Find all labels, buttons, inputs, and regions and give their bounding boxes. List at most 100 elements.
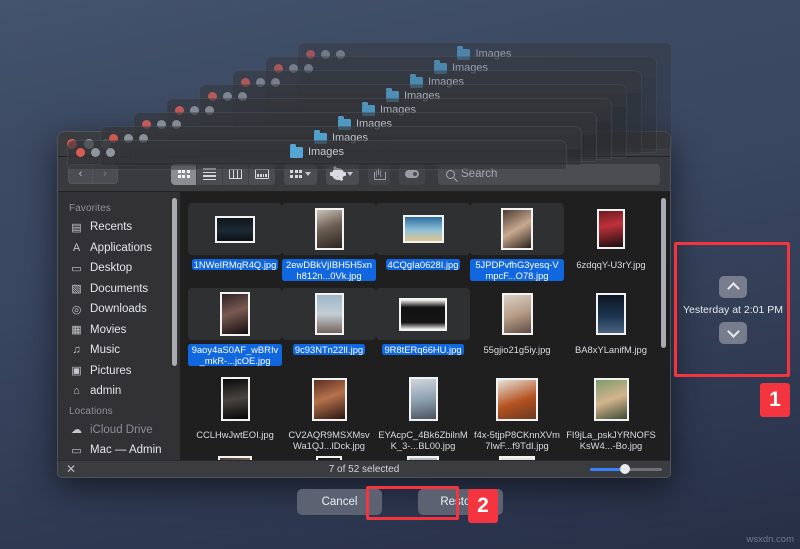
time-machine-date-label: Yesterday at 2:01 PM (683, 304, 783, 316)
annotation-badge-1: 1 (760, 383, 790, 417)
file-item[interactable]: 5JPDPvfhG3yesq-VmpcF...O78.jpg (470, 198, 564, 281)
stacked-window-title: Images (308, 146, 344, 158)
file-grid-scrollbar[interactable] (661, 198, 667, 348)
file-thumbnail-container[interactable] (282, 288, 376, 340)
time-machine-back-button[interactable] (719, 276, 747, 298)
file-thumbnail-fashion-woman (409, 377, 438, 421)
file-thumbnail-woman-window (315, 208, 344, 250)
file-name: BA8xYLanifM.jpg (573, 344, 649, 355)
file-name: CV2AQR9MSXMsvWa1QJ...lDck.jpg (282, 429, 376, 451)
time-machine-forward-button[interactable] (719, 322, 747, 344)
folder-icon (290, 147, 303, 158)
file-thumbnail-beach-sunset (403, 215, 444, 243)
minimize-window-button[interactable] (91, 148, 100, 157)
zoom-window-button[interactable] (106, 148, 115, 157)
file-thumbnail-container[interactable] (376, 203, 470, 255)
slider-fill (590, 468, 624, 471)
file-thumbnail-container[interactable] (188, 288, 282, 340)
watermark: wsxdn.com (746, 534, 794, 545)
file-name: 55gjio21g5iy.jpg (481, 344, 552, 355)
annotation-badge-2: 2 (468, 489, 498, 523)
file-item[interactable]: 55gjio21g5iy.jpg (470, 283, 564, 366)
file-name: 6zdqqY-U3rY.jpg (574, 259, 647, 270)
file-name: 9R8tERq66HU.jpg (382, 344, 463, 355)
file-thumbnail-blonde-woman (502, 293, 533, 335)
sidebar-scrollbar[interactable] (172, 198, 177, 366)
file-name: FI9jLa_pskJYRNOFSKsW4...-Bo.jpg (564, 429, 658, 451)
file-grid-partial-row (180, 451, 670, 460)
cancel-button[interactable]: Cancel (297, 489, 382, 515)
stacked-window-body (68, 163, 566, 169)
movies-icon: ▦ (70, 323, 83, 336)
file-name: 4CQgIa0628I.jpg (386, 259, 461, 270)
file-thumbnail-container[interactable] (564, 203, 658, 255)
time-machine-navigation-panel: Yesterday at 2:01 PM (678, 246, 788, 373)
file-item[interactable]: 9aoy4aS0AF_wBRIv_mkR-...jcOE.jpg (188, 283, 282, 366)
file-thumbnail-container[interactable] (470, 373, 564, 425)
sidebar-item-applications[interactable]: AApplications (58, 238, 180, 259)
sidebar-item-mac-admin[interactable]: ▭Mac — Admin (58, 440, 180, 460)
file-item[interactable] (282, 451, 376, 460)
sidebar-item-label: iCloud Drive (90, 424, 153, 436)
sidebar-item-icloud-drive[interactable]: ☁ iCloud Drive (58, 420, 180, 441)
file-item[interactable]: 9c93NTn22lI.jpg (282, 283, 376, 366)
thumbnail-size-slider[interactable] (590, 468, 662, 471)
file-grid: 1NWeIRMqR4Q.jpg2ewDBkVjIBH5H5xnh812n...0… (180, 192, 670, 451)
home-icon: ⌂ (70, 385, 83, 398)
file-thumbnail-container[interactable] (188, 373, 282, 425)
file-thumbnail-container[interactable] (470, 288, 564, 340)
file-thumbnail-container[interactable] (564, 373, 658, 425)
file-thumbnail-container[interactable] (376, 288, 470, 340)
file-item[interactable]: 9R8tERq66HU.jpg (376, 283, 470, 366)
file-item[interactable]: 6zdqqY-U3rY.jpg (564, 198, 658, 281)
file-thumbnail-container[interactable] (470, 203, 564, 255)
file-item[interactable]: f4x-5tjpP8CKnnXVm7IwF...f9TdI.jpg (470, 368, 564, 451)
sidebar-section-header: Favorites (58, 199, 180, 217)
file-item[interactable]: CV2AQR9MSXMsvWa1QJ...lDck.jpg (282, 368, 376, 451)
file-item[interactable] (470, 451, 564, 460)
file-thumbnail-city-street (315, 293, 344, 335)
finder-window: Images ‹ › (57, 131, 671, 478)
sidebar-item-music[interactable]: ♫Music (58, 340, 180, 361)
sidebar-item-admin[interactable]: ⌂admin (58, 381, 180, 402)
close-icon[interactable]: ✕ (66, 463, 76, 475)
sidebar-item-downloads[interactable]: ◎Downloads (58, 299, 180, 320)
file-thumbnail-container[interactable] (282, 373, 376, 425)
file-item[interactable]: 1NWeIRMqR4Q.jpg (188, 198, 282, 281)
recents-icon: ▤ (70, 221, 83, 234)
file-item[interactable] (188, 451, 282, 460)
sidebar-item-label: Music (90, 344, 120, 356)
sidebar-item-documents[interactable]: ▧Documents (58, 279, 180, 300)
file-name: 9aoy4aS0AF_wBRIv_mkR-...jcOE.jpg (188, 344, 282, 366)
file-thumbnail-container[interactable] (564, 288, 658, 340)
close-window-button[interactable] (76, 148, 85, 157)
file-item[interactable]: FI9jLa_pskJYRNOFSKsW4...-Bo.jpg (564, 368, 658, 451)
sidebar-item-pictures[interactable]: ▣Pictures (58, 361, 180, 382)
statusbar: ✕ 7 of 52 selected (58, 460, 670, 477)
sidebar-item-desktop[interactable]: ▭Desktop (58, 258, 180, 279)
file-thumbnail-container[interactable] (188, 203, 282, 255)
file-thumbnail-container[interactable] (376, 373, 470, 425)
sidebar-item-label: Movies (90, 324, 126, 336)
file-item[interactable]: EYAcpC_4Bk6ZbilnMK_3-...BL00.jpg (376, 368, 470, 451)
sidebar-item-label: Documents (90, 283, 148, 295)
cloud-icon: ☁ (70, 423, 83, 436)
columns-icon (229, 169, 242, 179)
traffic-lights[interactable] (76, 148, 115, 157)
file-name: 1NWeIRMqR4Q.jpg (192, 259, 279, 270)
sidebar-item-recents[interactable]: ▤Recents (58, 217, 180, 238)
chevron-down-icon (727, 325, 740, 338)
file-item[interactable] (376, 451, 470, 460)
sidebar-item-movies[interactable]: ▦ Movies (58, 320, 180, 341)
chevron-down-icon (347, 172, 353, 176)
stacked-window[interactable]: Images (67, 140, 567, 170)
file-item[interactable]: BA8xYLanifM.jpg (564, 283, 658, 366)
file-thumbnail-container[interactable] (282, 203, 376, 255)
file-item[interactable]: 2ewDBkVjIBH5H5xnh812n...0Vk.jpg (282, 198, 376, 281)
file-item[interactable]: 4CQgIa0628I.jpg (376, 198, 470, 281)
file-item[interactable]: CCLHwJwtEOI.jpg (188, 368, 282, 451)
slider-knob[interactable] (620, 464, 630, 474)
chevron-down-icon (305, 172, 311, 176)
sidebar: Favorites▤RecentsAApplications▭Desktop▧D… (58, 192, 180, 460)
group-items-icon (290, 170, 302, 178)
